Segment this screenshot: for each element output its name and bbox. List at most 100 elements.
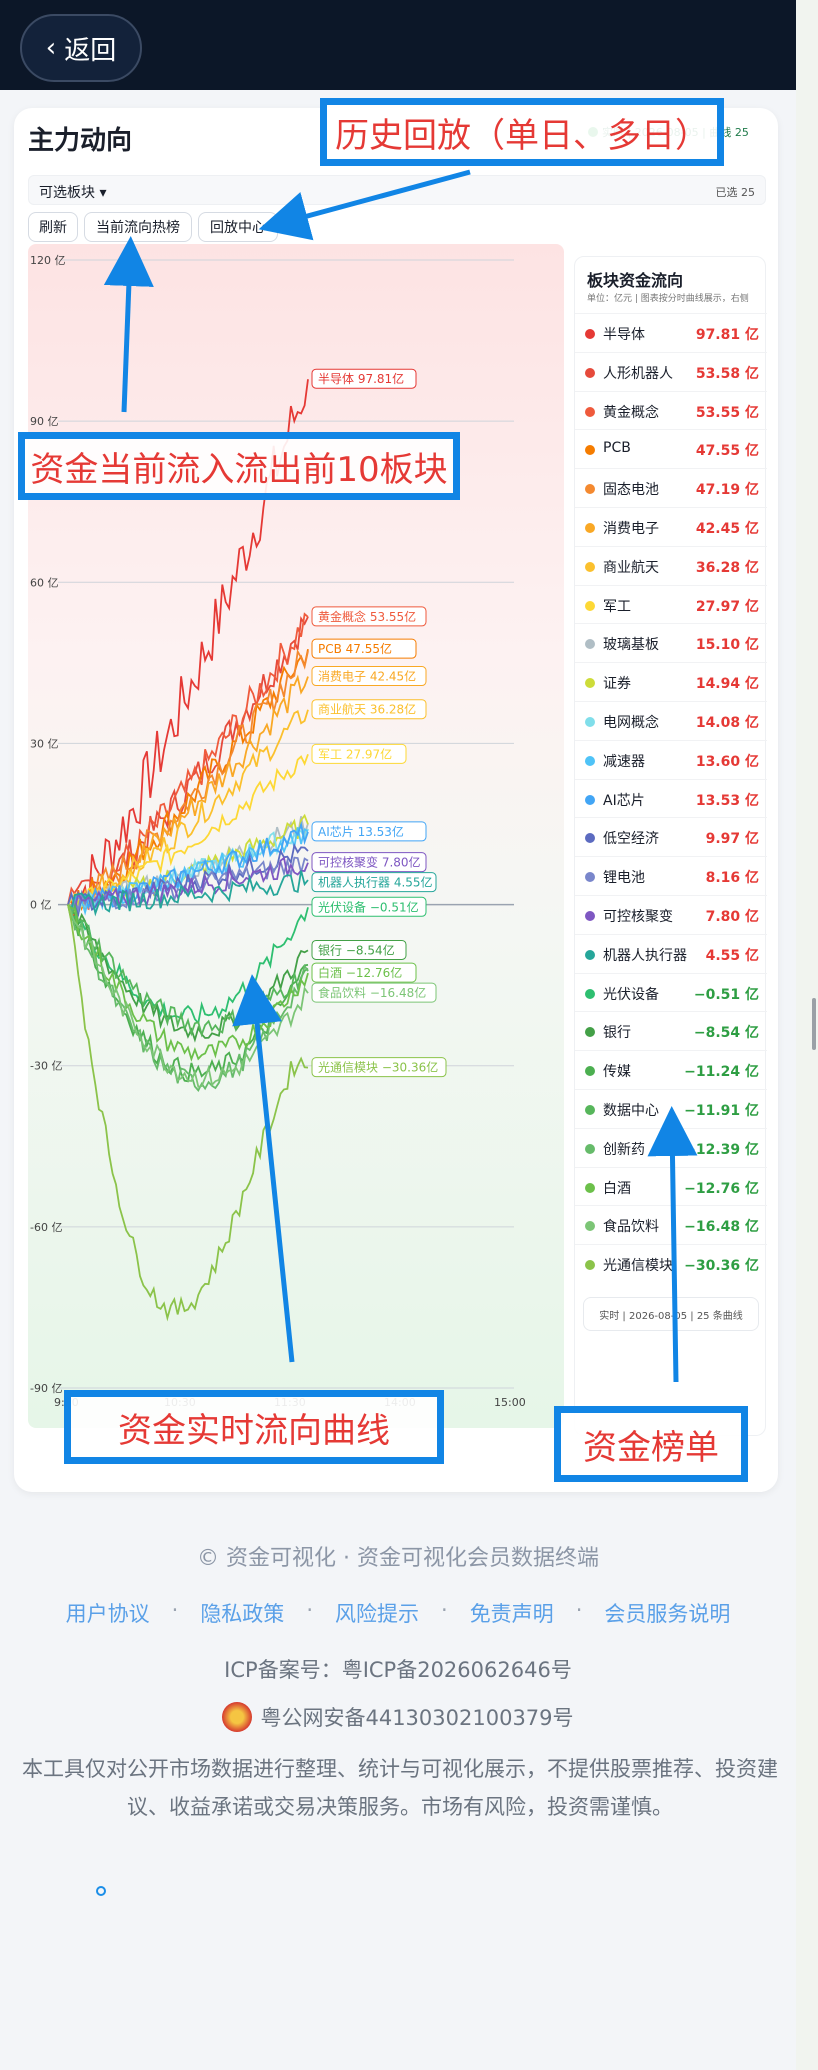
- ranking-row-value: 4.55 亿: [705, 947, 759, 964]
- ranking-row-value: −11.91 亿: [684, 1103, 759, 1119]
- ranking-row[interactable]: 机器人执行器 4.55 亿: [575, 933, 767, 973]
- y-tick-label: 60 亿: [30, 576, 59, 589]
- x-tick-label: 15:00: [494, 1396, 526, 1409]
- sector-selector[interactable]: 可选板块 ▾ 已选 25: [28, 175, 766, 205]
- series-color-dot-icon: [585, 833, 595, 844]
- ranking-row[interactable]: 锂电池 8.16 亿: [575, 856, 767, 895]
- ranking-row[interactable]: 证券 14.94 亿: [575, 662, 767, 701]
- series-color-dot-icon: [585, 949, 595, 960]
- scrollbar-thumb[interactable]: [812, 998, 816, 1050]
- series-end-label: 光伏设备 −0.51亿: [318, 899, 419, 914]
- ranking-row-value: 47.19 亿: [695, 482, 759, 499]
- flow-chart-area: 120 亿90 亿60 亿30 亿0 亿-30 亿-60 亿-90 亿9:301…: [28, 244, 564, 1428]
- ranking-row-value: 14.08 亿: [695, 715, 759, 731]
- y-tick-label: -30 亿: [30, 1060, 62, 1073]
- series-end-label: AI芯片 13.53亿: [318, 824, 404, 839]
- footer-link[interactable]: 隐私政策: [200, 1598, 284, 1628]
- ranking-row-name: 玻璃基板: [603, 637, 659, 654]
- ranking-row[interactable]: PCB 47.55 亿: [575, 429, 767, 468]
- ranking-row[interactable]: 商业航天 36.28 亿: [575, 545, 767, 585]
- ranking-row[interactable]: 光伏设备 −0.51 亿: [575, 972, 767, 1012]
- footer-link[interactable]: 会员服务说明: [604, 1598, 730, 1628]
- ranking-row-value: −30.36 亿: [684, 1258, 759, 1275]
- police-record-text: 粤公网安备44130302100379号: [260, 1706, 574, 1730]
- ranking-row-name: 银行: [603, 1025, 631, 1042]
- back-button[interactable]: ‹ 返回: [20, 14, 142, 82]
- series-color-dot-icon: [585, 1260, 595, 1271]
- ranking-row[interactable]: 数据中心 −11.91 亿: [575, 1089, 767, 1128]
- annotation-top10: 资金当前流入流出前10板块: [18, 432, 460, 500]
- ranking-row-name: 传媒: [603, 1064, 631, 1081]
- ranking-row[interactable]: 白酒 −12.76 亿: [575, 1166, 767, 1206]
- ranking-row-name: 数据中心: [603, 1103, 659, 1119]
- ranking-row-value: 53.55 亿: [695, 404, 759, 421]
- series-color-dot-icon: [585, 1027, 595, 1038]
- ranking-row-name: 减速器: [603, 753, 645, 770]
- footer-copyright: © 资金可视化 · 资金可视化会员数据终端: [197, 1546, 599, 1571]
- ranking-row[interactable]: 人形机器人 53.58 亿: [575, 351, 767, 391]
- ranking-row-name: 低空经济: [603, 831, 659, 848]
- footer-link[interactable]: 风险提示: [335, 1598, 419, 1628]
- footer-link[interactable]: 免责声明: [470, 1598, 554, 1628]
- ranking-row[interactable]: 军工 27.97 亿: [575, 584, 767, 624]
- ranking-row[interactable]: 黄金概念 53.55 亿: [575, 390, 767, 430]
- series-line: [67, 904, 309, 1092]
- ranking-row[interactable]: 固态电池 47.19 亿: [575, 468, 767, 507]
- annotation-ranking: 资金榜单: [554, 1406, 748, 1482]
- ranking-row-value: 15.10 亿: [695, 637, 759, 654]
- police-record[interactable]: 粤公网安备44130302100379号: [0, 1702, 796, 1732]
- ranking-row-name: 电网概念: [603, 715, 659, 731]
- ranking-row[interactable]: 减速器 13.60 亿: [575, 739, 767, 779]
- ranking-row-name: 商业航天: [603, 559, 659, 576]
- footer-link[interactable]: 用户协议: [66, 1598, 150, 1628]
- ranking-row-value: 13.60 亿: [695, 753, 759, 770]
- selected-count: 已选 25: [715, 186, 756, 199]
- ranking-row-name: 机器人执行器: [603, 947, 687, 964]
- ranking-subtitle: 单位：亿元 | 图表按分时曲线展示，右侧: [587, 294, 749, 304]
- series-color-dot-icon: [585, 911, 595, 921]
- hot-ranking-button[interactable]: 当前流向热榜: [84, 212, 192, 242]
- series-end-label: PCB 47.55亿: [318, 641, 392, 656]
- ranking-row[interactable]: 电网概念 14.08 亿: [575, 701, 767, 740]
- ranking-row[interactable]: 可控核聚变 7.80 亿: [575, 895, 767, 934]
- ranking-row[interactable]: 消费电子 42.45 亿: [575, 507, 767, 546]
- police-badge-icon: [222, 1702, 253, 1732]
- link-separator: ·: [306, 1598, 313, 1622]
- series-end-label: 银行 −8.54亿: [318, 942, 395, 957]
- ranking-row[interactable]: 半导体 97.81 亿: [575, 313, 767, 352]
- ranking-row-value: 97.81 亿: [695, 327, 759, 343]
- ranking-row[interactable]: 玻璃基板 15.10 亿: [575, 623, 767, 662]
- series-end-label: 黄金概念 53.55亿: [318, 609, 416, 624]
- ranking-row-value: 9.97 亿: [705, 831, 759, 848]
- ranking-row-value: −12.76 亿: [684, 1180, 759, 1197]
- replay-center-button[interactable]: 回放中心: [198, 212, 278, 242]
- ranking-row-value: −16.48 亿: [684, 1219, 759, 1236]
- ranking-row[interactable]: 食品饮料 −16.48 亿: [575, 1205, 767, 1244]
- ranking-row[interactable]: AI芯片 13.53 亿: [575, 778, 767, 818]
- y-tick-label: -60 亿: [30, 1221, 62, 1234]
- ranking-row-value: 27.97 亿: [695, 598, 759, 615]
- ranking-row[interactable]: 传媒 −11.24 亿: [575, 1050, 767, 1089]
- flow-chart: 120 亿90 亿60 亿30 亿0 亿-30 亿-60 亿-90 亿9:301…: [30, 254, 526, 1409]
- ranking-row-value: 7.80 亿: [705, 909, 759, 925]
- series-color-dot-icon: [585, 1221, 595, 1232]
- refresh-button[interactable]: 刷新: [28, 212, 78, 242]
- ranking-row[interactable]: 创新药 −12.39 亿: [575, 1127, 767, 1167]
- ranking-row-value: −11.24 亿: [684, 1064, 759, 1081]
- ranking-row[interactable]: 光通信模块 −30.36 亿: [575, 1244, 767, 1283]
- ranking-row-value: 8.16 亿: [705, 870, 759, 887]
- series-color-dot-icon: [585, 367, 595, 378]
- ranking-row-name: 半导体: [603, 327, 645, 343]
- series-end-label: 白酒 −12.76亿: [318, 965, 402, 980]
- ranking-row-name: AI芯片: [603, 792, 645, 809]
- ranking-row[interactable]: 低空经济 9.97 亿: [575, 817, 767, 856]
- y-tick-label: -90 亿: [30, 1382, 62, 1395]
- ranking-row[interactable]: 银行 −8.54 亿: [575, 1011, 767, 1050]
- icp-record[interactable]: ICP备案号：粤ICP备2026062646号: [0, 1654, 796, 1684]
- series-color-dot-icon: [585, 523, 595, 533]
- ranking-row-name: 军工: [603, 598, 631, 615]
- y-tick-label: 90 亿: [30, 415, 59, 428]
- annotation-history: 历史回放（单日、多日）: [320, 98, 724, 166]
- series-color-dot-icon: [585, 717, 595, 727]
- y-tick-label: 30 亿: [30, 737, 59, 750]
